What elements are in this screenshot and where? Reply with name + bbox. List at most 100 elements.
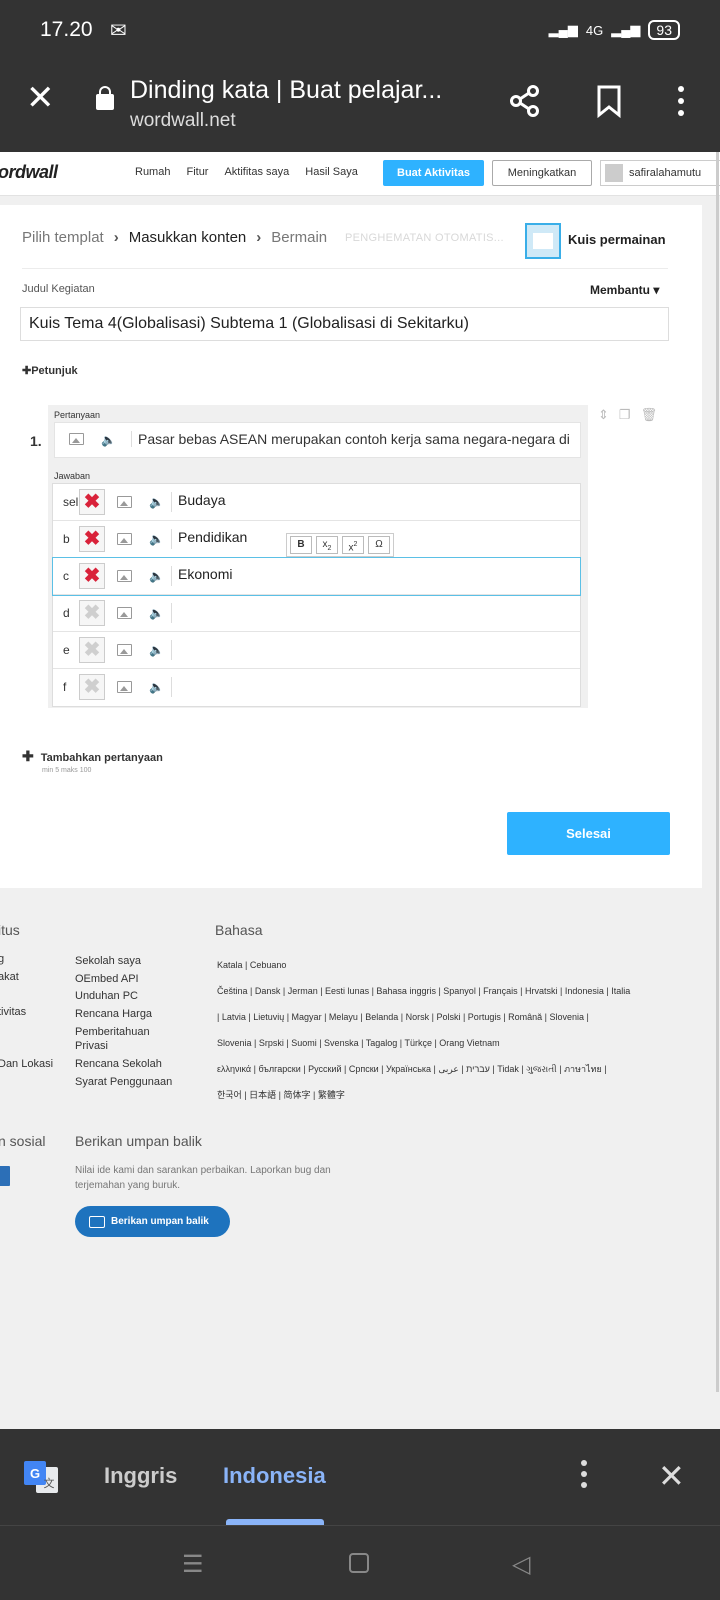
image-icon[interactable] (117, 570, 132, 582)
answer-letter: b (63, 532, 70, 546)
upgrade-button[interactable]: Meningkatkan (492, 160, 592, 186)
answer-row[interactable]: f ✖ 🔈 (53, 669, 580, 706)
answer-text[interactable]: Budaya (171, 492, 225, 512)
nav-home[interactable]: Rumah (135, 166, 170, 178)
subscript-mark: 2 (327, 545, 332, 552)
subscript-button[interactable]: x2 (316, 536, 338, 554)
recent-apps-icon[interactable]: ☰ (182, 1550, 204, 1579)
incorrect-mark-icon[interactable]: ✖ (79, 563, 105, 589)
crumb-play[interactable]: Bermain (271, 229, 327, 246)
answer-row[interactable]: e ✖ 🔈 (53, 632, 580, 669)
add-question-button[interactable]: ✚ Tambahkan pertanyaan (22, 748, 163, 765)
home-icon[interactable] (349, 1553, 369, 1573)
answer-row[interactable]: sel ✖ 🔈 Budaya (53, 484, 580, 521)
reorder-icon[interactable]: ⇕ (598, 407, 609, 427)
more-menu-icon[interactable] (664, 84, 698, 118)
answer-row[interactable]: d ✖ 🔈 (53, 595, 580, 632)
language-line[interactable]: | Latvia | Lietuvių | Magyar | Melayu | … (217, 1004, 720, 1030)
answer-text[interactable] (171, 677, 178, 697)
footer-left-link[interactable]: akat (0, 971, 53, 989)
translate-menu-icon[interactable] (578, 1459, 590, 1489)
target-language-tab[interactable]: Indonesia (223, 1463, 326, 1489)
speaker-icon[interactable]: 🔈 (101, 433, 116, 447)
image-icon[interactable] (117, 496, 132, 508)
footer-link[interactable]: Unduhan PC (75, 988, 172, 1006)
unmarked-icon[interactable]: ✖ (79, 637, 105, 663)
footer-link[interactable]: Sekolah saya (75, 953, 172, 971)
speaker-icon[interactable]: 🔈 (149, 532, 164, 546)
answer-text[interactable] (171, 603, 178, 623)
language-line[interactable]: Katala | Cebuano (217, 952, 720, 978)
feedback-button[interactable]: Berikan umpan balik (75, 1206, 230, 1237)
language-line[interactable]: ελληνικά | български | Русский | Српски … (217, 1056, 720, 1082)
footer-left-link[interactable] (0, 988, 53, 1006)
answer-letter: f (63, 680, 67, 694)
nav-my-results[interactable]: Hasil Saya (305, 166, 358, 178)
help-dropdown[interactable]: Membantu ▾ (590, 283, 659, 297)
incorrect-mark-icon[interactable]: ✖ (79, 489, 105, 515)
speaker-icon[interactable]: 🔈 (149, 643, 164, 657)
share-icon[interactable] (508, 84, 542, 118)
footer-link[interactable]: Rencana Sekolah (75, 1056, 172, 1074)
speaker-icon[interactable]: 🔈 (149, 495, 164, 509)
bookmark-icon[interactable] (592, 84, 626, 118)
footer-link[interactable]: Privasi (75, 1039, 172, 1053)
bold-button[interactable]: B (290, 536, 312, 554)
back-icon[interactable]: ◁ (512, 1550, 530, 1579)
done-button[interactable]: Selesai (507, 812, 670, 855)
language-line[interactable]: 한국어 | 日本語 | 简体字 | 繁體字 (217, 1082, 720, 1108)
source-language-tab[interactable]: Inggris (104, 1463, 177, 1489)
delete-icon[interactable]: 🗑 (641, 407, 658, 427)
answers-list: sel ✖ 🔈 Budaya b ✖ 🔈 Pendidikan c ✖ 🔈 Ek… (52, 483, 581, 707)
answer-text[interactable]: Pendidikan (171, 529, 247, 549)
footer-left-link[interactable]: g (0, 953, 53, 971)
answer-row[interactable]: c ✖ 🔈 Ekonomi (52, 557, 581, 596)
footer-link[interactable]: OEmbed API (75, 971, 172, 989)
facebook-icon[interactable] (0, 1166, 10, 1186)
nav-features[interactable]: Fitur (186, 166, 208, 178)
crumb-enter-content[interactable]: Masukkan konten (129, 229, 247, 246)
language-line[interactable]: Slovenia | Srpski | Suomi | Svenska | Ta… (217, 1030, 720, 1056)
speaker-icon[interactable]: 🔈 (149, 680, 164, 694)
signal-icon-2: ▂▄▆ (611, 22, 641, 37)
avatar (605, 164, 623, 182)
image-icon[interactable] (117, 533, 132, 545)
image-icon[interactable] (117, 607, 132, 619)
answer-text[interactable] (171, 640, 178, 660)
page-url[interactable]: wordwall.net (130, 110, 236, 132)
instructions-toggle[interactable]: ✚Petunjuk (22, 364, 78, 377)
duplicate-icon[interactable]: ❐ (619, 407, 631, 427)
scrollbar[interactable] (716, 152, 719, 1392)
footer-left-link[interactable]: tivitas (0, 1006, 53, 1024)
speaker-icon[interactable]: 🔈 (149, 606, 164, 620)
unmarked-icon[interactable]: ✖ (79, 674, 105, 700)
close-tab-icon[interactable]: ✕ (26, 81, 58, 115)
create-activity-button[interactable]: Buat Aktivitas (383, 160, 484, 186)
image-icon[interactable] (117, 644, 132, 656)
speaker-icon[interactable]: 🔈 (149, 569, 164, 583)
google-translate-icon[interactable]: G 文 (22, 1459, 60, 1497)
answer-text[interactable]: Ekonomi (171, 566, 232, 586)
template-name[interactable]: Kuis permainan (568, 232, 666, 247)
footer-left-link[interactable]: Dan Lokasi (0, 1058, 53, 1076)
footer-link[interactable]: Rencana Harga (75, 1006, 172, 1024)
question-text[interactable]: Pasar bebas ASEAN merupakan contoh kerja… (131, 431, 570, 447)
crumb-choose-template[interactable]: Pilih templat (22, 229, 104, 246)
footer-link[interactable]: Syarat Penggunaan (75, 1074, 172, 1092)
user-menu[interactable]: safiralahamutu (600, 160, 720, 186)
question-field[interactable]: 🔈 Pasar bebas ASEAN merupakan contoh ker… (54, 422, 581, 458)
unmarked-icon[interactable]: ✖ (79, 600, 105, 626)
incorrect-mark-icon[interactable]: ✖ (79, 526, 105, 552)
nav-my-activities[interactable]: Aktifitas saya (224, 166, 289, 178)
footer-link[interactable]: Pemberitahuan (75, 1025, 172, 1039)
footer-left-link[interactable] (0, 1023, 53, 1058)
close-translate-icon[interactable]: ✕ (658, 1457, 685, 1495)
activity-title-input[interactable] (20, 307, 669, 341)
language-line[interactable]: Čeština | Dansk | Jerman | Eesti lunas |… (217, 978, 720, 1004)
image-icon[interactable] (117, 681, 132, 693)
image-icon[interactable] (69, 433, 84, 445)
superscript-button[interactable]: x2 (342, 536, 364, 554)
wordwall-logo[interactable]: ordwall (0, 162, 58, 183)
special-char-button[interactable]: Ω (368, 536, 390, 554)
template-thumbnail[interactable] (525, 223, 561, 259)
